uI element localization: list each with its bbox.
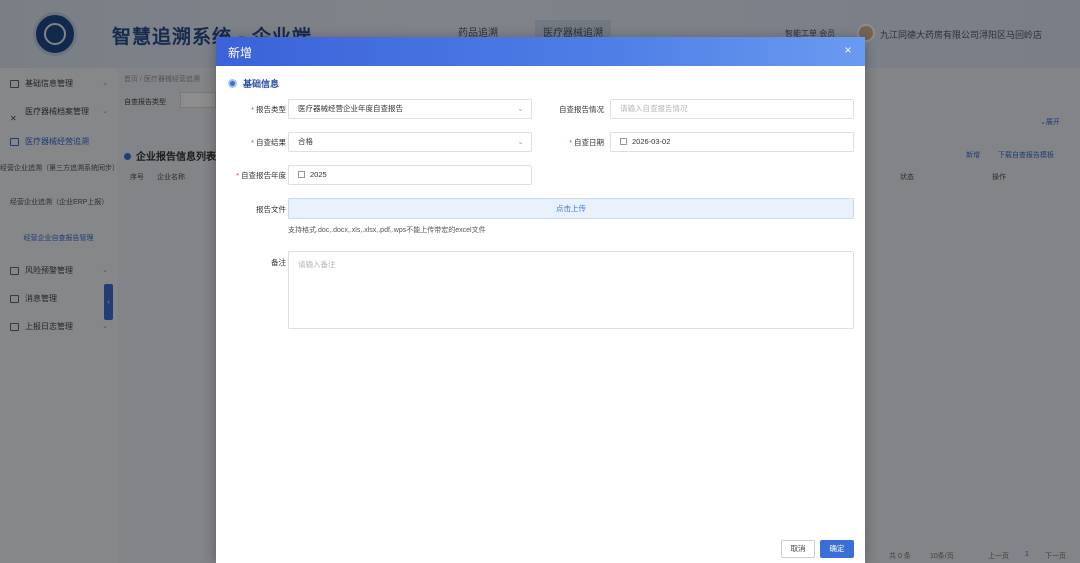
chevron-down-icon: ⌄ xyxy=(517,104,524,113)
report-status-input[interactable]: 请输入自查报告情况 xyxy=(610,99,854,119)
date-label: * 自查日期 xyxy=(569,138,604,147)
section-dot-icon xyxy=(228,79,237,88)
calendar-icon xyxy=(620,138,627,145)
cancel-button[interactable]: 取消 xyxy=(781,540,815,558)
section-header: 基础信息 xyxy=(228,77,279,90)
year-picker[interactable]: 2025 xyxy=(288,165,532,185)
add-dialog: 新增 × 基础信息 * 报告类型 医疗器械经营企业年度自查报告 ⌄ 自查报告情况 … xyxy=(216,37,865,563)
chevron-down-icon: ⌄ xyxy=(517,137,524,146)
dialog-header: 新增 × xyxy=(216,37,865,66)
result-select[interactable]: 合格 ⌄ xyxy=(288,132,532,152)
upload-button[interactable]: 点击上传 xyxy=(288,198,854,219)
section-title: 基础信息 xyxy=(243,79,280,89)
dialog-title: 新增 xyxy=(228,46,253,60)
year-label: * 自查报告年度 xyxy=(236,171,286,180)
confirm-button[interactable]: 确定 xyxy=(820,540,854,558)
calendar-icon xyxy=(298,171,305,178)
result-label: * 自查结果 xyxy=(251,138,286,147)
remark-label: 备注 xyxy=(271,258,286,267)
report-type-select[interactable]: 医疗器械经营企业年度自查报告 ⌄ xyxy=(288,99,532,119)
upload-hint: 支持格式.doc,.docx,.xls,.xlsx,.pdf,.wps不能上传带… xyxy=(288,227,486,234)
remark-textarea[interactable]: 请输入备注 xyxy=(288,251,854,329)
file-label: 报告文件 xyxy=(256,205,286,214)
date-picker[interactable]: 2026-03-02 xyxy=(610,132,854,152)
report-type-label: * 报告类型 xyxy=(251,105,286,114)
report-status-label: 自查报告情况 xyxy=(559,105,604,114)
close-icon[interactable]: × xyxy=(841,43,855,57)
